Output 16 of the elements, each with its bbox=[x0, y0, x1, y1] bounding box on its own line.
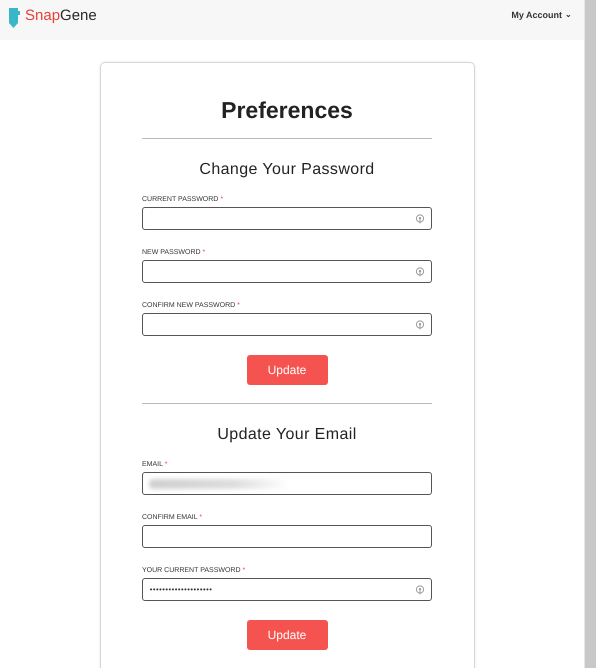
test-tube-icon bbox=[7, 6, 21, 28]
scrollbar[interactable] bbox=[584, 0, 596, 668]
section-title: Update Your Email bbox=[217, 426, 357, 444]
key-icon[interactable] bbox=[415, 266, 425, 276]
password-field[interactable] bbox=[142, 260, 432, 283]
email-field[interactable] bbox=[142, 472, 432, 495]
key-icon[interactable] bbox=[415, 320, 425, 330]
key-icon[interactable] bbox=[415, 584, 425, 594]
section-title: Change Your Password bbox=[199, 161, 375, 179]
password-field[interactable] bbox=[142, 313, 432, 336]
page-title: Preferences bbox=[221, 97, 353, 124]
key-icon[interactable] bbox=[415, 214, 425, 224]
logo-link[interactable]: SnapGene bbox=[7, 2, 97, 28]
input-field[interactable] bbox=[142, 525, 432, 548]
account-menu[interactable]: My Account ⌄ bbox=[511, 10, 572, 20]
password-field[interactable] bbox=[142, 207, 432, 230]
